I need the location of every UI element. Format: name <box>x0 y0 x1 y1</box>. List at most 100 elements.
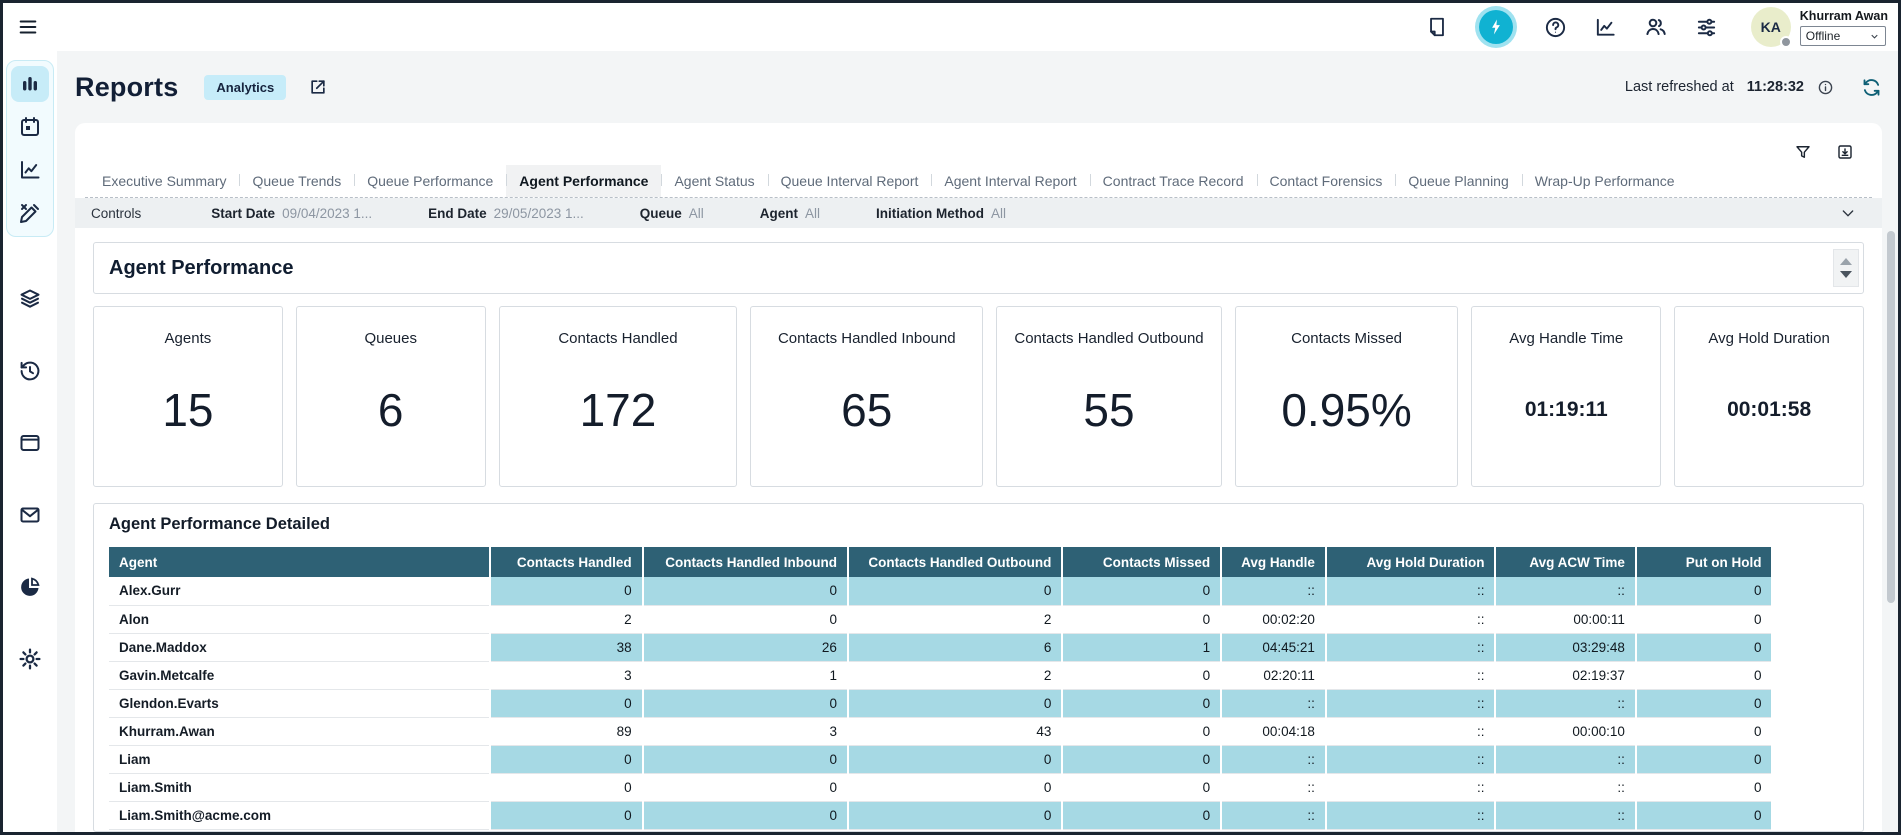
column-header-avg-hold-duration: Avg Hold Duration <box>1326 547 1496 577</box>
agent-name-cell: Alex.Gurr <box>109 577 490 605</box>
panel-title: Agent Performance <box>109 257 294 280</box>
users-icon <box>1644 15 1668 39</box>
agent-performance-detailed-panel: Agent Performance Detailed AgentContacts… <box>93 503 1864 832</box>
users-button[interactable] <box>1644 15 1668 39</box>
metric-cell: 3 <box>643 717 848 745</box>
sidebar-item-design[interactable] <box>11 195 49 231</box>
tab-agent-interval-report[interactable]: Agent Interval Report <box>931 165 1089 197</box>
control-filter-initiation-method[interactable]: Initiation MethodAll <box>876 206 1006 221</box>
user-name: Khurram Awan <box>1800 9 1888 23</box>
lightning-icon <box>1487 18 1505 36</box>
lightning-button[interactable] <box>1475 6 1517 48</box>
download-icon <box>1836 143 1854 161</box>
column-header-contacts-missed: Contacts Missed <box>1062 547 1221 577</box>
control-filter-agent[interactable]: AgentAll <box>760 206 820 221</box>
help-icon <box>1544 16 1567 39</box>
kpi-value: 15 <box>162 383 213 437</box>
metric-cell: :: <box>1326 717 1496 745</box>
sidebar-item-gear[interactable] <box>11 641 49 677</box>
metric-cell: 0 <box>1636 661 1772 689</box>
metric-cell: 0 <box>1062 661 1221 689</box>
metric-cell: 0 <box>1062 689 1221 717</box>
page-scrollbar[interactable] <box>1886 123 1896 828</box>
metric-cell: 38 <box>490 633 643 661</box>
status-value: Offline <box>1806 29 1840 43</box>
control-filter-queue[interactable]: QueueAll <box>640 206 704 221</box>
refresh-button[interactable] <box>1861 77 1882 98</box>
tab-contract-trace-record[interactable]: Contract Trace Record <box>1090 165 1257 197</box>
metric-cell: 00:00:10 <box>1495 717 1635 745</box>
layers-icon <box>18 287 42 311</box>
table-row: Alex.Gurr0000::::::0 <box>109 577 1771 605</box>
avatar[interactable]: KA <box>1751 7 1791 47</box>
agent-name-cell: Liam.Smith@acme.com <box>109 801 490 829</box>
kpi-value: 65 <box>841 383 892 437</box>
note-icon <box>1426 16 1448 38</box>
metric-cell: :: <box>1326 773 1496 801</box>
trend-chart-button[interactable] <box>1594 16 1617 39</box>
kpi-card-contacts-handled: Contacts Handled172 <box>499 306 738 487</box>
tab-contact-forensics[interactable]: Contact Forensics <box>1257 165 1396 197</box>
tab-queue-interval-report[interactable]: Queue Interval Report <box>768 165 932 197</box>
external-link-button[interactable] <box>308 77 328 97</box>
sidebar-item-layers[interactable] <box>11 281 49 317</box>
table-row: Gavin.Metcalfe312002:20:11::02:19:370 <box>109 661 1771 689</box>
tab-executive-summary[interactable]: Executive Summary <box>89 165 239 197</box>
sidebar-item-pie-chart[interactable] <box>11 569 49 605</box>
kpi-label: Agents <box>165 330 212 347</box>
filter-button[interactable] <box>1794 143 1812 161</box>
info-button[interactable] <box>1817 79 1834 96</box>
table-header-row: AgentContacts HandledContacts Handled In… <box>109 547 1771 577</box>
tab-agent-status[interactable]: Agent Status <box>661 165 767 197</box>
sidebar-item-mail[interactable] <box>11 497 49 533</box>
sidebar-item-history[interactable] <box>11 353 49 389</box>
metric-cell: 0 <box>643 577 848 605</box>
sidebar <box>3 51 57 832</box>
spinner-down-button[interactable] <box>1840 271 1852 278</box>
control-filter-end-date[interactable]: End Date29/05/2023 1... <box>428 206 584 221</box>
metric-cell: :: <box>1495 773 1635 801</box>
metric-cell: :: <box>1326 577 1496 605</box>
metric-cell: :: <box>1326 633 1496 661</box>
metric-cell: 0 <box>1062 801 1221 829</box>
metric-cell: 0 <box>1636 773 1772 801</box>
metric-cell: :: <box>1495 577 1635 605</box>
kpi-value: 00:01:58 <box>1727 398 1811 422</box>
table-row: Glendon.Evarts0000::::::0 <box>109 689 1771 717</box>
sidebar-item-bar-chart[interactable] <box>11 66 49 102</box>
sliders-button[interactable] <box>1695 16 1718 39</box>
metric-cell: 0 <box>1636 717 1772 745</box>
metric-cell: 00:04:18 <box>1221 717 1326 745</box>
sliders-icon <box>1695 16 1718 39</box>
metric-cell: 26 <box>643 633 848 661</box>
spinner-up-button[interactable] <box>1840 258 1852 265</box>
refresh-icon <box>1861 77 1882 98</box>
download-button[interactable] <box>1836 143 1854 161</box>
line-chart-icon <box>18 158 42 182</box>
metric-cell: 02:20:11 <box>1221 661 1326 689</box>
metric-cell: 0 <box>1062 577 1221 605</box>
tab-wrap-up-performance[interactable]: Wrap-Up Performance <box>1522 165 1688 197</box>
metric-cell: 0 <box>1062 773 1221 801</box>
sidebar-item-calendar[interactable] <box>11 109 49 145</box>
status-select[interactable]: Offline <box>1800 26 1886 46</box>
tab-queue-planning[interactable]: Queue Planning <box>1395 165 1521 197</box>
tab-agent-performance[interactable]: Agent Performance <box>506 165 661 197</box>
metric-cell: 0 <box>1062 605 1221 633</box>
controls-collapse-button[interactable] <box>1840 205 1856 221</box>
metric-cell: 0 <box>848 801 1062 829</box>
tab-queue-trends[interactable]: Queue Trends <box>239 165 354 197</box>
control-filter-start-date[interactable]: Start Date09/04/2023 1... <box>211 206 372 221</box>
tab-queue-performance[interactable]: Queue Performance <box>354 165 506 197</box>
kpi-label: Contacts Handled Outbound <box>1014 330 1203 347</box>
scrollbar-thumb[interactable] <box>1887 231 1895 603</box>
sidebar-item-browser-window[interactable] <box>11 425 49 461</box>
hamburger-menu-button[interactable] <box>17 16 39 38</box>
user-block: KA Khurram Awan Offline <box>1751 7 1888 47</box>
sidebar-item-line-chart[interactable] <box>11 152 49 188</box>
help-button[interactable] <box>1544 16 1567 39</box>
kpi-row: Agents15Queues6Contacts Handled172Contac… <box>93 306 1864 487</box>
note-button[interactable] <box>1426 16 1448 38</box>
metric-cell: 3 <box>490 661 643 689</box>
trend-chart-icon <box>1594 16 1617 39</box>
